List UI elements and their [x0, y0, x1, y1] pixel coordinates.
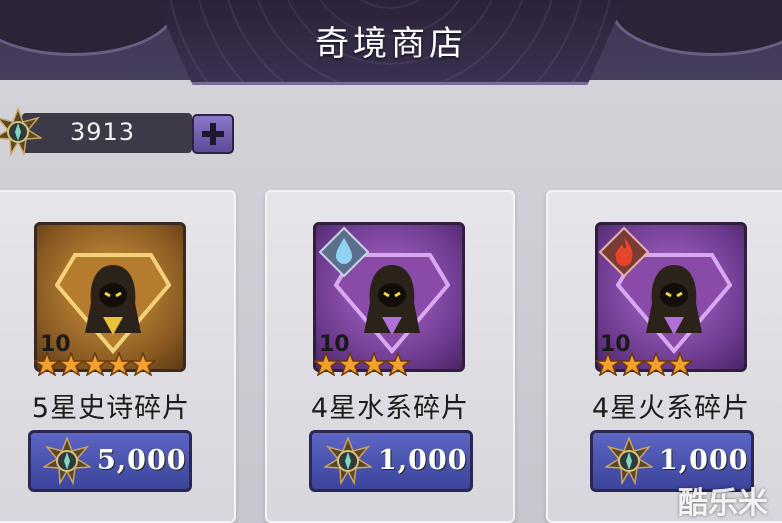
star-icon — [337, 352, 363, 376]
star-icon — [106, 352, 132, 376]
compass-coin-icon — [43, 437, 91, 485]
watermark: 酷乐米 — [678, 486, 768, 521]
item-price: 5,000 — [97, 445, 187, 476]
item-price: 1,000 — [378, 445, 468, 476]
star-rating — [34, 352, 156, 376]
star-icon — [667, 352, 693, 376]
item-price: 1,000 — [659, 445, 749, 476]
compass-coin-icon — [605, 437, 653, 485]
star-icon — [619, 352, 645, 376]
currency-amount: 3913 — [70, 118, 136, 146]
buy-button[interactable]: 1,000 — [309, 430, 473, 492]
item-name: 4星火系碎片 — [591, 393, 751, 424]
add-currency-button[interactable] — [192, 114, 234, 154]
star-icon — [34, 352, 60, 376]
item-name: 5星史诗碎片 — [31, 393, 191, 424]
fire-icon — [598, 226, 650, 278]
plus-icon — [202, 123, 224, 145]
star-icon — [361, 352, 387, 376]
star-icon — [595, 352, 621, 376]
star-rating — [313, 352, 411, 376]
star-icon — [58, 352, 84, 376]
hooded-figure-icon — [55, 253, 171, 355]
shop-title: 奇境商店 — [315, 24, 467, 64]
compass-coin-icon — [0, 108, 42, 156]
water-icon — [318, 226, 370, 278]
star-rating — [595, 352, 693, 376]
compass-coin-icon — [324, 437, 372, 485]
item-name: 4星水系碎片 — [310, 393, 470, 424]
star-icon — [313, 352, 339, 376]
star-icon — [385, 352, 411, 376]
buy-button[interactable]: 5,000 — [28, 430, 192, 492]
star-icon — [643, 352, 669, 376]
star-icon — [82, 352, 108, 376]
star-icon — [130, 352, 156, 376]
